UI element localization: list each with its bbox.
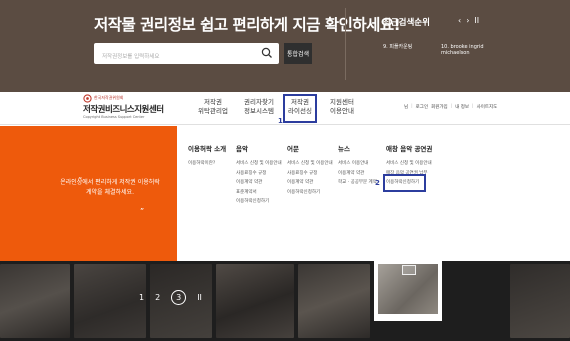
slide-thumbnail: [74, 264, 146, 338]
mega-menu-column-literary: 어문 서비스 신청 및 이용안내 사용료징수 규정 이용계약 약관 이용허락신청…: [287, 143, 333, 197]
user-suffix: 님: [404, 105, 409, 110]
gnb-item-label: 정보시스템: [244, 107, 274, 115]
gnb-item-label: 이용안내: [330, 107, 354, 115]
slide-thumbnail: [0, 264, 70, 338]
divider: |: [411, 104, 413, 109]
menu-link[interactable]: 학교 · 공공부문 계약: [338, 178, 377, 188]
mega-menu-column-news: 뉴스 서비스 이용안내 이용계약 약관 학교 · 공공부문 계약: [338, 143, 377, 188]
menu-link[interactable]: 이용계약 약관: [338, 169, 377, 179]
sitemap-link[interactable]: 사이트지도: [477, 104, 498, 110]
highlight-box-apply-license: [383, 174, 426, 192]
page-1-button[interactable]: 1: [139, 293, 144, 302]
slide-thumbnail: [216, 264, 294, 338]
menu-link[interactable]: 서비스 신청 및 이용안내: [386, 159, 432, 169]
featured-slide-card[interactable]: [374, 261, 442, 321]
mega-menu-column-intro: 이용허락 소개 이용허락이란?: [188, 143, 226, 169]
signup-link[interactable]: 회원가입: [431, 104, 448, 110]
next-arrow-icon[interactable]: ›: [466, 16, 469, 25]
integrated-search-button[interactable]: 통합검색: [284, 43, 312, 64]
hero-divider: [345, 8, 346, 80]
menu-link[interactable]: 표준계약서: [236, 188, 282, 198]
slide-thumbnail: [446, 264, 506, 338]
gnb-item-label: 위탁관리업: [198, 107, 228, 115]
prev-arrow-icon[interactable]: ‹: [458, 16, 461, 25]
slide-thumbnail: [298, 264, 370, 338]
gnb-item-rightholder-search[interactable]: 권리자찾기 정보시스템: [241, 98, 277, 116]
recent-search-item[interactable]: 10. brooke ingrid michaelson: [441, 44, 501, 56]
menu-link[interactable]: 이용허락이란?: [188, 159, 226, 169]
my-info-link[interactable]: 내 정보: [455, 104, 469, 110]
pause-icon[interactable]: II: [474, 16, 479, 25]
step-number-2: 2: [375, 179, 380, 187]
menu-link[interactable]: 이용허락신청하기: [287, 188, 333, 198]
gnb-item-label: 저작권: [204, 98, 222, 106]
step-number-1: 1: [278, 117, 283, 125]
search-box: [94, 43, 279, 68]
logo-mark-icon: [83, 94, 92, 103]
utility-links: 님 | 로그인 회원가입 | 내 정보 | 사이트지도: [404, 104, 497, 110]
column-heading[interactable]: 음악: [236, 143, 282, 153]
gnb-item-support-center[interactable]: 지원센터 이용안내: [324, 98, 360, 116]
menu-link[interactable]: 서비스 신청 및 이용안내: [287, 159, 333, 169]
promo-quote: 온라인상에서 편리하게 저작권 이용허락 계약을 체결하세요.: [60, 179, 160, 196]
search-input[interactable]: [94, 46, 254, 68]
divider: |: [472, 104, 474, 109]
column-heading[interactable]: 애창 음악 공연권: [386, 143, 432, 153]
slider-pagination: 1 2 3 II: [139, 290, 202, 305]
hero-title: 저작물 권리정보 쉽고 편리하게 지금 확인하세요!: [94, 16, 401, 34]
page-3-button-current[interactable]: 3: [171, 290, 187, 305]
menu-link[interactable]: 이용허락신청하기: [236, 197, 282, 207]
gnb-item-label: 지원센터: [330, 98, 354, 106]
slide-thumbnail: [510, 264, 570, 338]
logo-english-name: Copyright Business Support Center: [83, 115, 145, 119]
recent-search-controls: ‹ › II: [458, 16, 479, 25]
menu-link[interactable]: 이용계약 약관: [236, 178, 282, 188]
recent-search-title: 최근검색순위: [383, 18, 430, 28]
site-logo[interactable]: 한국저작권위원회 저작권비즈니스지원센터 Copyright Business …: [83, 94, 178, 122]
column-heading[interactable]: 어문: [287, 143, 333, 153]
divider: |: [450, 104, 453, 109]
page-2-button[interactable]: 2: [155, 293, 160, 302]
bottom-slider: [0, 261, 570, 341]
mega-menu-column-music: 음악 서비스 신청 및 이용안내 사용료징수 규정 이용계약 약관 표준계약서 …: [236, 143, 282, 207]
highlight-box-licensing: [283, 94, 317, 123]
menu-link[interactable]: 서비스 신청 및 이용안내: [236, 159, 282, 169]
gnb-item-label: 권리자찾기: [244, 98, 274, 106]
menu-link[interactable]: 사용료징수 규정: [236, 169, 282, 179]
search-icon[interactable]: [261, 47, 273, 59]
logo-name: 저작권비즈니스지원센터: [83, 105, 164, 115]
gnb-item-trust-management[interactable]: 저작권 위탁관리업: [195, 98, 231, 116]
menu-link[interactable]: 서비스 이용안내: [338, 159, 377, 169]
menu-link[interactable]: 사용료징수 규정: [287, 169, 333, 179]
column-heading[interactable]: 뉴스: [338, 143, 377, 153]
quote-mark-icon: ”: [140, 207, 145, 216]
pause-icon[interactable]: II: [197, 293, 202, 302]
recent-search-item[interactable]: 9. 피플카운팅: [383, 44, 412, 50]
logo-org-name: 한국저작권위원회: [94, 95, 124, 100]
login-link[interactable]: 로그인: [416, 104, 428, 110]
menu-link[interactable]: 이용계약 약관: [287, 178, 333, 188]
image-highlight: [402, 265, 416, 275]
column-heading[interactable]: 이용허락 소개: [188, 143, 226, 153]
